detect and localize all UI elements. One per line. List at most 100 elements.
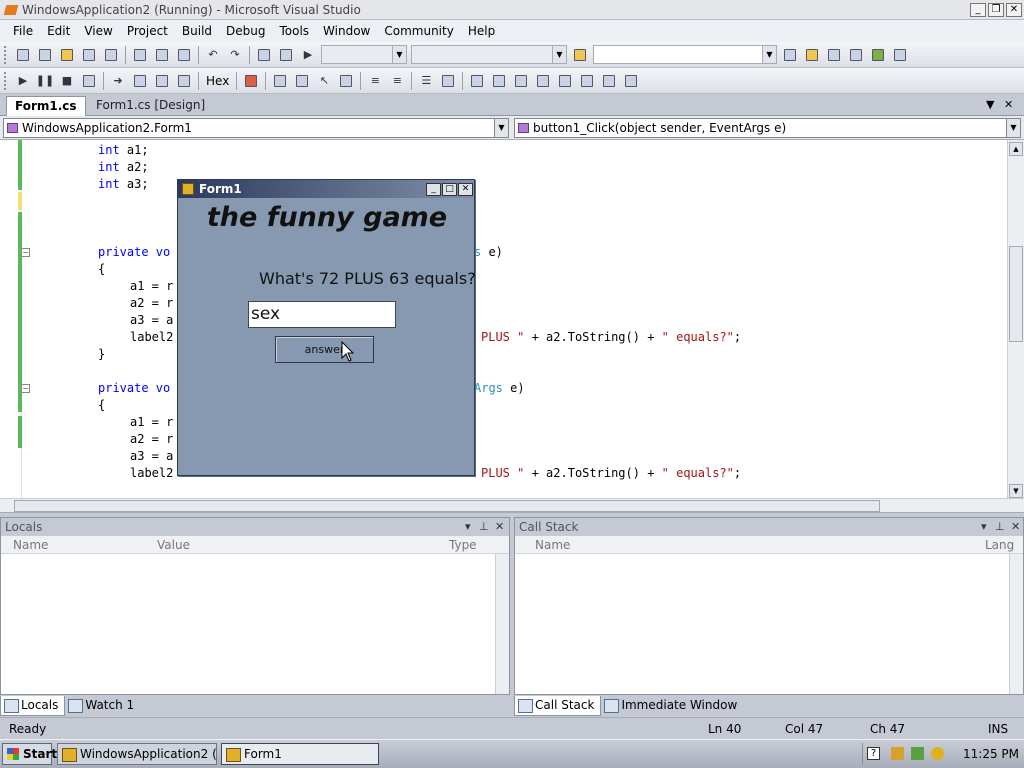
navigate-forward-icon[interactable]: [277, 46, 295, 64]
scroll-thumb[interactable]: [1009, 246, 1023, 342]
toolbar-options-icon[interactable]: [622, 72, 640, 90]
tab-immediate-window[interactable]: Immediate Window: [601, 696, 743, 716]
save-icon[interactable]: [80, 46, 98, 64]
toggle-bookmark-icon[interactable]: [490, 72, 508, 90]
pin-icon[interactable]: ⊥: [479, 518, 489, 536]
class-combo[interactable]: WindowsApplication2.Form1 ▼: [3, 118, 509, 138]
menu-debug[interactable]: Debug: [219, 24, 272, 38]
network-icon[interactable]: [891, 747, 904, 760]
stop-debugging-icon[interactable]: ■: [58, 72, 76, 90]
collapse-icon[interactable]: −: [21, 384, 30, 393]
next-bookmark-icon[interactable]: [534, 72, 552, 90]
search-icon[interactable]: [931, 747, 944, 760]
restart-icon[interactable]: [80, 72, 98, 90]
form1-title-bar[interactable]: Form1 _ □ ✕: [178, 180, 474, 198]
scroll-up-icon[interactable]: ▲: [1009, 142, 1023, 156]
pane-menu-icon[interactable]: ▾: [465, 518, 471, 536]
menu-edit[interactable]: Edit: [40, 24, 77, 38]
menu-build[interactable]: Build: [175, 24, 219, 38]
close-document-icon[interactable]: ✕: [1004, 98, 1013, 111]
scroll-thumb[interactable]: [14, 500, 880, 512]
callstack-header[interactable]: Call Stack ▾ ⊥ ✕: [515, 518, 1023, 536]
save-all-icon[interactable]: [102, 46, 120, 64]
align-icon[interactable]: ☰: [417, 72, 435, 90]
form1-window[interactable]: Form1 _ □ ✕ the funny game What's 72 PLU…: [177, 179, 476, 476]
step-over-icon[interactable]: [153, 72, 171, 90]
tab-call-stack[interactable]: Call Stack: [514, 696, 602, 716]
taskbar-item-visual-studio[interactable]: WindowsApplication2 (Ru...: [57, 743, 217, 765]
form1-maximize-button[interactable]: □: [442, 182, 457, 196]
navigate-backward-icon[interactable]: [255, 46, 273, 64]
help-icon[interactable]: ?: [867, 747, 880, 760]
decrease-indent-icon[interactable]: ≡: [366, 72, 384, 90]
show-next-statement-icon[interactable]: ➜: [109, 72, 127, 90]
undo-icon[interactable]: ↶: [204, 46, 222, 64]
locals-header[interactable]: Locals ▾ ⊥ ✕: [1, 518, 509, 536]
menu-file[interactable]: File: [6, 24, 40, 38]
column-type[interactable]: Type: [449, 536, 477, 554]
menu-view[interactable]: View: [77, 24, 119, 38]
menu-project[interactable]: Project: [120, 24, 175, 38]
scroll-down-icon[interactable]: ▼: [1009, 484, 1023, 498]
toolbar-grip[interactable]: [4, 45, 8, 64]
answer-input[interactable]: sex: [248, 301, 396, 328]
add-item-icon[interactable]: [36, 46, 54, 64]
uncomment-icon[interactable]: [293, 72, 311, 90]
column-language[interactable]: Lang: [985, 536, 1014, 554]
pointer-icon[interactable]: ↖: [315, 72, 333, 90]
editor-horizontal-scrollbar[interactable]: [0, 498, 1024, 512]
previous-bookmark-icon[interactable]: [512, 72, 530, 90]
continue-icon[interactable]: ▶: [14, 72, 32, 90]
restore-button[interactable]: ❐: [988, 2, 1004, 17]
find-combo[interactable]: ▼: [593, 45, 777, 64]
step-out-icon[interactable]: [175, 72, 193, 90]
close-pane-icon[interactable]: ✕: [1011, 518, 1020, 536]
folder-bookmark-icon[interactable]: [556, 72, 574, 90]
solution-config-combo[interactable]: ▼: [321, 45, 407, 64]
form1-close-button[interactable]: ✕: [458, 182, 473, 196]
member-combo[interactable]: button1_Click(object sender, EventArgs e…: [514, 118, 1021, 138]
redo-icon[interactable]: ↷: [226, 46, 244, 64]
tab-list-icon[interactable]: ▼: [986, 98, 994, 111]
menu-tools[interactable]: Tools: [272, 24, 316, 38]
tab-watch-1[interactable]: Watch 1: [65, 696, 140, 716]
tab-form1-design[interactable]: Form1.cs [Design]: [88, 96, 213, 116]
object-browser-icon[interactable]: [825, 46, 843, 64]
open-folder-icon[interactable]: [58, 46, 76, 64]
copy-icon[interactable]: [153, 46, 171, 64]
minimize-button[interactable]: _: [970, 2, 986, 17]
window-title-bar[interactable]: WindowsApplication2 (Running) - Microsof…: [0, 0, 1024, 20]
taskbar-item-form1[interactable]: Form1: [221, 743, 379, 765]
solution-platform-combo[interactable]: ▼: [411, 45, 567, 64]
step-into-icon[interactable]: [131, 72, 149, 90]
increase-indent-icon[interactable]: ≡: [388, 72, 406, 90]
bookmark-icon[interactable]: [439, 72, 457, 90]
close-pane-icon[interactable]: ✕: [495, 518, 504, 536]
clear-bookmarks-icon[interactable]: [578, 72, 596, 90]
pane-menu-icon[interactable]: ▾: [981, 518, 987, 536]
breakpoints-icon[interactable]: [242, 72, 260, 90]
spelling-icon[interactable]: [337, 72, 355, 90]
find-in-files-icon[interactable]: [571, 46, 589, 64]
toolbar-grip[interactable]: [4, 71, 8, 90]
start-page-icon[interactable]: [869, 46, 887, 64]
tab-form1-cs[interactable]: Form1.cs: [6, 96, 86, 116]
comment-selection-icon[interactable]: [468, 72, 486, 90]
callstack-scrollbar[interactable]: [1009, 554, 1023, 694]
editor-vertical-scrollbar[interactable]: ▲ ▼: [1007, 140, 1024, 500]
new-project-icon[interactable]: [14, 46, 32, 64]
tray-app-icon[interactable]: [911, 747, 924, 760]
toolbox-icon[interactable]: [847, 46, 865, 64]
code-editor[interactable]: − − int a1; int a2; int a3; private vo s…: [0, 140, 1024, 513]
next-bookmark-folder-icon[interactable]: [600, 72, 618, 90]
locals-scrollbar[interactable]: [495, 554, 509, 694]
menu-community[interactable]: Community: [377, 24, 460, 38]
cut-icon[interactable]: [131, 46, 149, 64]
paste-icon[interactable]: [175, 46, 193, 64]
menu-window[interactable]: Window: [316, 24, 377, 38]
comment-icon[interactable]: [271, 72, 289, 90]
pin-icon[interactable]: ⊥: [995, 518, 1005, 536]
properties-icon[interactable]: [803, 46, 821, 64]
menu-help[interactable]: Help: [461, 24, 502, 38]
break-all-icon[interactable]: ❚❚: [36, 72, 54, 90]
